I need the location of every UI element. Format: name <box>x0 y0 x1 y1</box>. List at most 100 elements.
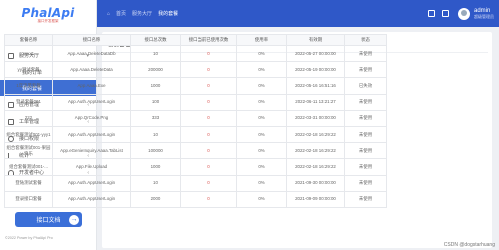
watermark: CSDN @dogstarhuang <box>443 242 495 248</box>
cell-package-name: 组合套餐测试001-果园快乐 <box>4 142 53 160</box>
cell-api-name: App.Auth.AppUserLogin <box>52 190 131 208</box>
cell-rate: 0% <box>236 109 287 127</box>
cell-expiry: 2022-05-27 00:00:00 <box>286 44 345 63</box>
table-row: 登录接口套餐 App.Auth.AppUserLogin 2000 0 0% 2… <box>4 190 387 208</box>
cell-used: 0 <box>180 174 237 192</box>
copyright: ©2022 Power by PhalApi Pro <box>5 236 53 240</box>
cell-status: 未使用 <box>344 190 387 208</box>
cell-status: 未使用 <box>344 61 387 79</box>
api-docs-button-label: 接口文档 <box>36 218 61 224</box>
table-row: yy测试套餐 App.Aaaa.DeleteData 200000 0 0% 2… <box>4 61 387 79</box>
column-header: 状态 <box>344 34 387 46</box>
arrow-right-icon: → <box>69 214 79 225</box>
cell-api-name: App.QrCode.Png <box>52 109 131 127</box>
cell-expiry: 2022-06-11 13:21:27 <box>286 93 345 111</box>
cell-used: 0 <box>180 142 237 160</box>
cell-used: 0 <box>180 109 237 127</box>
column-header: 套餐名称 <box>4 34 53 46</box>
cell-api-name: App.Aaaa.DeleteData <box>52 61 131 79</box>
cell-total: 1000 <box>130 158 181 176</box>
cell-used: 0 <box>180 61 237 79</box>
table-row: 组合套餐测试001-yyy1 App.Auth.AppUserLogin 10 … <box>4 125 387 144</box>
cell-used: 0 <box>180 44 237 63</box>
cell-package-name: yy测试套餐 <box>4 61 53 79</box>
column-header: 有效期 <box>286 34 345 46</box>
cell-package-name: 组合套餐测试001-... <box>4 158 53 176</box>
cell-api-name: App.Auth.AppUserLogin <box>52 125 131 144</box>
top-bar: ⌂ 首页 服务大厅 我的套餐 admin 超级管理员 <box>97 0 499 27</box>
cell-api-name: App.Auth.AppUserLogin <box>52 174 131 192</box>
column-header: 使用率 <box>236 34 287 46</box>
logo[interactable]: PhalApi 接口开发框架 <box>0 0 96 30</box>
cell-expiry: 2022-02-18 16:29:22 <box>286 158 345 176</box>
cell-package-name: 组合套餐测试001-yyy1 <box>4 125 53 144</box>
cell-expiry: 2022-02-18 16:29:22 <box>286 142 345 160</box>
cell-api-name: App.Aaaa.DeleteDataDb <box>52 44 131 63</box>
cell-used: 0 <box>180 158 237 176</box>
breadcrumb-service-hall[interactable]: 服务大厅 <box>132 10 152 17</box>
table-row: 登录套餐001 App.Auth.AppUserLogin 100 0 0% 2… <box>4 93 387 111</box>
notification-icon[interactable] <box>442 10 449 17</box>
cell-total: 2000 <box>130 190 181 208</box>
cell-total: 10 <box>130 174 181 192</box>
package-table: 套餐名称 接口名称 接口总次数 接口当前已使用次数 使用率 有效期 状态 xxx… <box>4 34 387 208</box>
cell-total: 200000 <box>130 61 181 79</box>
cell-status: 未使用 <box>344 44 387 63</box>
cell-status: 未使用 <box>344 158 387 176</box>
cell-used: 0 <box>180 93 237 111</box>
cell-api-name: App.Aaaa.Exe <box>52 77 131 95</box>
cell-rate: 0% <box>236 174 287 192</box>
cell-package-name: 登录接口套餐 <box>4 190 53 208</box>
breadcrumb-current: 我的套餐 <box>158 11 179 17</box>
breadcrumb-home[interactable]: 首页 <box>116 10 126 17</box>
column-header: 接口当前已使用次数 <box>180 34 237 46</box>
logo-text: PhalApi <box>21 6 75 20</box>
cell-expiry: 2022-05-19 00:00:00 <box>286 61 345 79</box>
cell-rate: 0% <box>236 61 287 79</box>
cell-used: 0 <box>180 190 237 208</box>
cell-expiry: 2021-09-30 00:00:00 <box>286 174 345 192</box>
cell-rate: 0% <box>236 142 287 160</box>
cell-rate: 0% <box>236 125 287 144</box>
cell-expiry: 2022-05-16 16:51:16 <box>286 77 345 95</box>
cell-status: 未使用 <box>344 93 387 111</box>
avatar[interactable] <box>458 7 470 20</box>
cell-api-name: App.Auth.AppUserLogin <box>52 93 131 111</box>
cell-total: 10 <box>130 44 181 63</box>
table-row: 1年流量套餐 App.Aaaa.Exe 1000 0 0% 2022-05-16… <box>4 77 387 95</box>
logo-subtitle: 接口开发框架 <box>37 19 59 23</box>
cell-package-name: 登陆测试套餐 <box>4 174 53 192</box>
cell-package-name: 登录套餐001 <box>4 93 53 111</box>
cell-status: 已失效 <box>344 77 387 95</box>
user-role: 超级管理员 <box>474 14 494 19</box>
table-header-row: 套餐名称 接口名称 接口总次数 接口当前已使用次数 使用率 有效期 状态 <box>4 34 387 46</box>
api-docs-button[interactable]: 接口文档 → <box>15 212 82 227</box>
table-row: 组合套餐测试001-... App.File.Upload 1000 0 0% … <box>4 158 387 176</box>
cell-total: 100000 <box>130 142 181 160</box>
cell-total: 333 <box>130 109 181 127</box>
cell-package-name: 1年流量套餐 <box>4 77 53 95</box>
cell-rate: 0% <box>236 190 287 208</box>
cell-rate: 0% <box>236 93 287 111</box>
cell-api-name: App.File.Upload <box>52 158 131 176</box>
cell-expiry: 2021-09-09 00:00:00 <box>286 190 345 208</box>
column-header: 接口名称 <box>52 34 131 46</box>
cell-rate: 0% <box>236 44 287 63</box>
fullscreen-icon[interactable] <box>428 10 435 17</box>
cell-status: 未使用 <box>344 142 387 160</box>
cell-rate: 0% <box>236 77 287 95</box>
cell-total: 10 <box>130 125 181 144</box>
table-row: xxxx1 App.Aaaa.DeleteDataDb 10 0 0% 2022… <box>4 44 387 63</box>
breadcrumb: ⌂ 首页 服务大厅 我的套餐 <box>97 10 184 18</box>
cell-expiry: 2022-03-31 00:00:00 <box>286 109 345 127</box>
cell-expiry: 2022-02-18 16:29:22 <box>286 125 345 144</box>
cell-status: 未使用 <box>344 125 387 144</box>
cell-status: 未使用 <box>344 174 387 192</box>
cell-total: 100 <box>130 93 181 111</box>
user-info[interactable]: admin 超级管理员 <box>474 8 494 19</box>
cell-used: 0 <box>180 125 237 144</box>
cell-used: 0 <box>180 77 237 95</box>
cell-total: 1000 <box>130 77 181 95</box>
cell-package-name: 222 <box>4 109 53 127</box>
cell-api-name: App.eGenieInquiry.Aaaa.TabList <box>52 142 131 160</box>
